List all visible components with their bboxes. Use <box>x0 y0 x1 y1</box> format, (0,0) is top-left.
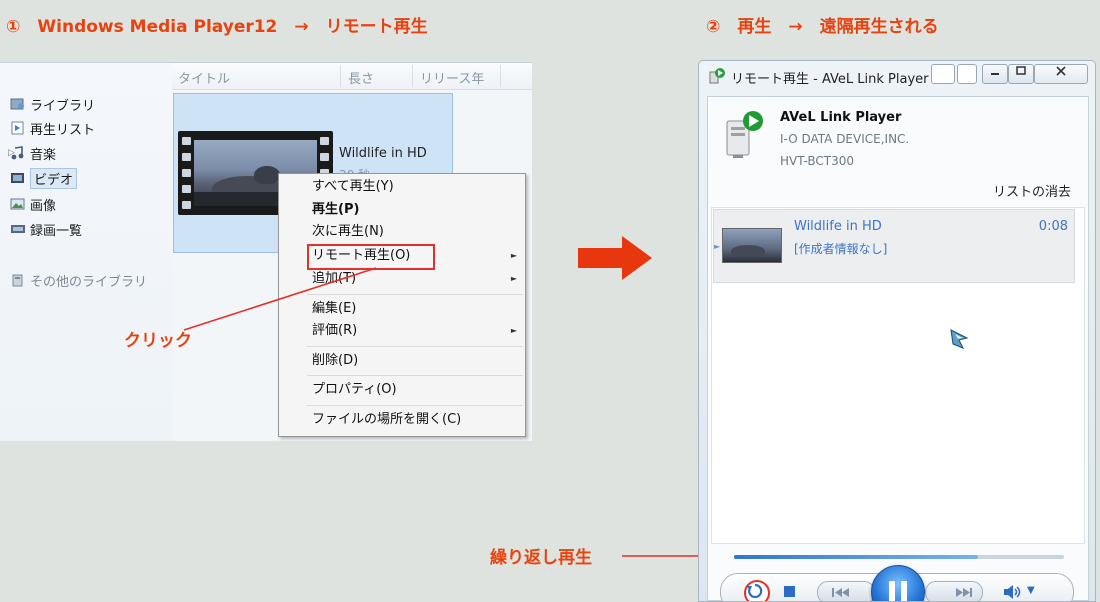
device-icon <box>726 111 763 158</box>
cursor-icon <box>950 329 969 349</box>
playlist: ► Wildlife in HD [作成者情報なし] 0:08 <box>711 207 1085 544</box>
device-model: HVT-BCT300 <box>780 154 854 168</box>
track-title: Wildlife in HD <box>794 219 882 234</box>
next-icon <box>956 588 972 597</box>
track-time: 0:08 <box>1038 219 1068 234</box>
title-bar[interactable]: リモート再生 - AVeL Link Player <box>699 61 1095 89</box>
title-button[interactable] <box>957 64 977 84</box>
stop-button[interactable] <box>784 586 795 597</box>
repeat-button[interactable] <box>744 580 770 601</box>
playlist-row[interactable]: ► Wildlife in HD [作成者情報なし] 0:08 <box>713 209 1075 283</box>
seek-progress <box>734 555 979 559</box>
pause-icon <box>889 581 895 601</box>
pause-button[interactable] <box>871 565 925 601</box>
maximize-button[interactable] <box>1008 64 1034 84</box>
player-panel: AVeL Link Player I-O DATA DEVICE,INC. HV… <box>707 96 1089 601</box>
previous-icon <box>832 588 849 597</box>
clear-list-link[interactable]: リストの消去 <box>993 181 1071 200</box>
click-pointer-line <box>183 267 377 331</box>
repeat-play-annotation: 繰り返し再生 <box>490 548 592 568</box>
seek-bar[interactable] <box>734 555 1064 559</box>
app-icon <box>709 68 725 84</box>
next-button[interactable] <box>925 581 983 601</box>
right-arrow-icon <box>578 236 652 280</box>
volume-button[interactable] <box>1003 584 1023 601</box>
close-icon <box>1056 66 1066 76</box>
pause-icon <box>901 581 907 601</box>
window-title: リモート再生 - AVeL Link Player <box>731 72 929 87</box>
repeat-icon <box>747 583 763 599</box>
minimize-icon <box>991 73 999 75</box>
device-manufacturer: I-O DATA DEVICE,INC. <box>780 132 910 146</box>
device-name: AVeL Link Player <box>780 110 902 125</box>
track-thumbnail <box>722 228 782 263</box>
title-button[interactable] <box>931 64 955 84</box>
click-annotation: クリック <box>124 331 192 351</box>
maximize-icon <box>1016 66 1026 75</box>
previous-button[interactable] <box>817 581 875 601</box>
avel-link-player-window: リモート再生 - AVeL Link Player AVeL Link Play… <box>698 60 1096 602</box>
speaker-icon <box>1004 585 1021 599</box>
minimize-button[interactable] <box>982 64 1008 84</box>
volume-dropdown-icon[interactable]: ▼ <box>1027 585 1035 596</box>
playback-controls: ▼ <box>720 565 1074 601</box>
now-playing-indicator-icon: ► <box>714 242 721 251</box>
track-artist: [作成者情報なし] <box>794 242 888 256</box>
close-button[interactable] <box>1034 64 1088 84</box>
